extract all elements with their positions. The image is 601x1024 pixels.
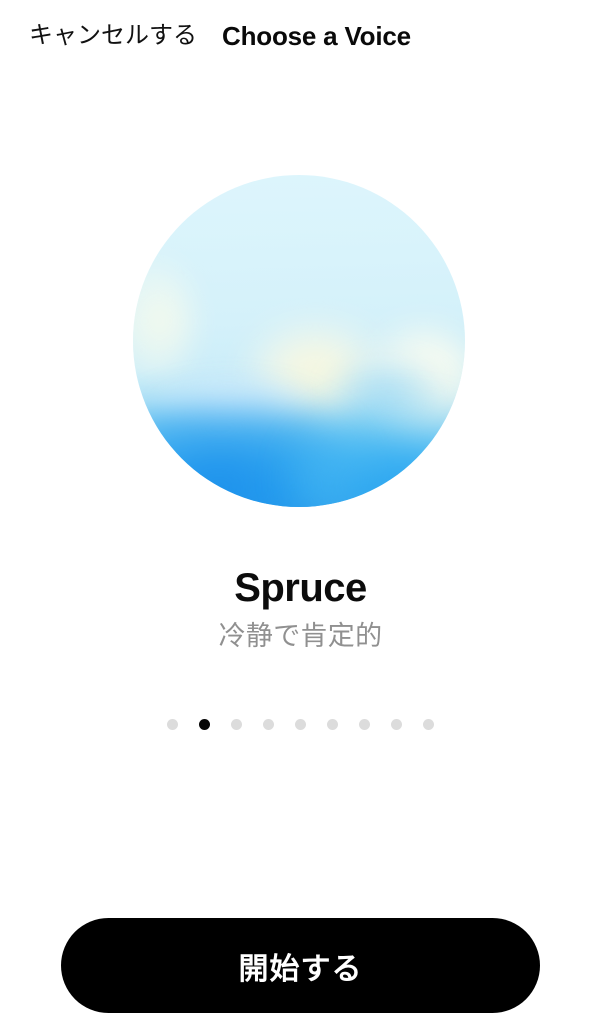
choose-a-voice-screen: キャンセルする Choose a Voice Spruce 冷静で肯定的 開始す… (0, 0, 601, 1024)
pager-dot-9[interactable] (423, 719, 434, 730)
page-title: Choose a Voice (222, 21, 411, 51)
cancel-button[interactable]: キャンセルする (29, 24, 197, 48)
voice-name: Spruce (234, 566, 367, 610)
orb-left-cream-glow (133, 261, 193, 381)
pager-dot-1[interactable] (167, 719, 178, 730)
voice-orb (133, 175, 465, 507)
screen-header: キャンセルする Choose a Voice (0, 0, 601, 72)
pager-dot-7[interactable] (359, 719, 370, 730)
pager-dot-6[interactable] (327, 719, 338, 730)
pager-dot-8[interactable] (391, 719, 402, 730)
start-button[interactable]: 開始する (61, 918, 540, 1013)
pager-dots (0, 719, 601, 730)
pager-dot-2[interactable] (199, 719, 210, 730)
pager-dot-4[interactable] (263, 719, 274, 730)
pager-dot-5[interactable] (295, 719, 306, 730)
voice-orb-container[interactable] (133, 175, 465, 507)
pager-dot-3[interactable] (231, 719, 242, 730)
voice-description: 冷静で肯定的 (218, 621, 383, 651)
